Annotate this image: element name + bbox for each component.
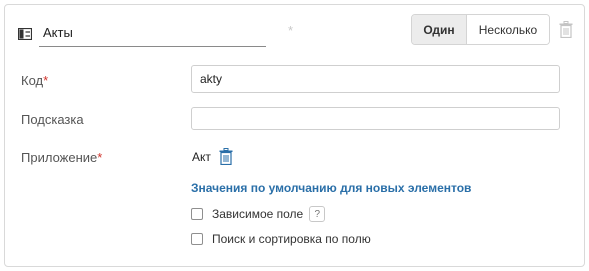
dependent-field-option[interactable]: Зависимое поле ? xyxy=(191,206,326,222)
required-marker: * xyxy=(43,73,49,88)
field-name-input[interactable] xyxy=(39,19,266,47)
dependent-field-label: Зависимое поле xyxy=(212,207,304,221)
attachment-file-name[interactable]: Акт xyxy=(192,150,211,164)
search-sort-checkbox[interactable] xyxy=(191,233,203,245)
hint-input[interactable] xyxy=(191,107,560,130)
trash-icon[interactable] xyxy=(559,21,573,38)
field-settings-card: * Один Несколько Код* Подсказка Приложен… xyxy=(4,4,585,267)
attachment-label: Приложение* xyxy=(21,150,103,165)
list-icon xyxy=(18,28,32,40)
mode-multiple-button[interactable]: Несколько xyxy=(467,15,549,44)
trash-icon[interactable] xyxy=(219,148,233,165)
mode-selector: Один Несколько xyxy=(411,14,550,45)
code-label: Код* xyxy=(21,73,49,88)
mode-single-button[interactable]: Один xyxy=(412,15,467,44)
required-marker: * xyxy=(97,150,103,165)
hint-label: Подсказка xyxy=(21,112,84,127)
code-input[interactable] xyxy=(191,65,560,93)
dependent-field-checkbox[interactable] xyxy=(191,208,203,220)
help-icon[interactable]: ? xyxy=(309,206,326,222)
required-toggle-mark[interactable]: * xyxy=(288,23,293,38)
search-sort-label: Поиск и сортировка по полю xyxy=(212,232,371,246)
search-sort-option[interactable]: Поиск и сортировка по полю xyxy=(191,232,371,246)
defaults-section-title: Значения по умолчанию для новых элементо… xyxy=(191,181,472,195)
